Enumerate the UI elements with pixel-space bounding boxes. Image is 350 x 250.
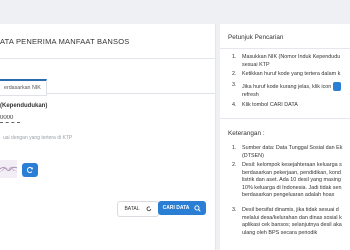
tab-nik[interactable]: erdasarkan NIK xyxy=(0,79,47,96)
nik-input[interactable] xyxy=(0,113,20,123)
search-button-label: CARI DATA xyxy=(162,205,190,211)
nik-field-label: (Kependudukan) xyxy=(0,103,48,109)
cancel-button[interactable]: BATAL xyxy=(117,201,159,217)
search-button[interactable]: CARI DATA xyxy=(158,201,206,215)
page-title: ATA PENERIMA MANFAAT BANSOS xyxy=(0,37,130,46)
captcha-image xyxy=(0,160,18,178)
reset-icon xyxy=(146,206,151,212)
captcha-refresh-button[interactable] xyxy=(22,163,38,177)
cancel-button-label: BATAL xyxy=(124,206,140,212)
instructions-card: Petunjuk Pencarian 1. Masukkan NIK (Nomo… xyxy=(220,24,350,250)
tab-underline xyxy=(46,93,215,94)
instructions-title: Petunjuk Pencarian xyxy=(228,34,284,41)
section-divider xyxy=(220,118,350,119)
search-form-card: ATA PENERIMA MANFAAT BANSOS erdasarkan N… xyxy=(0,24,216,250)
title-divider xyxy=(0,58,215,59)
inline-refresh-icon xyxy=(333,82,342,91)
search-icon xyxy=(194,204,202,212)
nik-helper-text: uai dengan yang tertera di KTP xyxy=(3,135,73,141)
notes-title: Keterangan : xyxy=(228,130,265,137)
instructions-divider xyxy=(220,48,350,49)
refresh-icon xyxy=(26,166,33,173)
